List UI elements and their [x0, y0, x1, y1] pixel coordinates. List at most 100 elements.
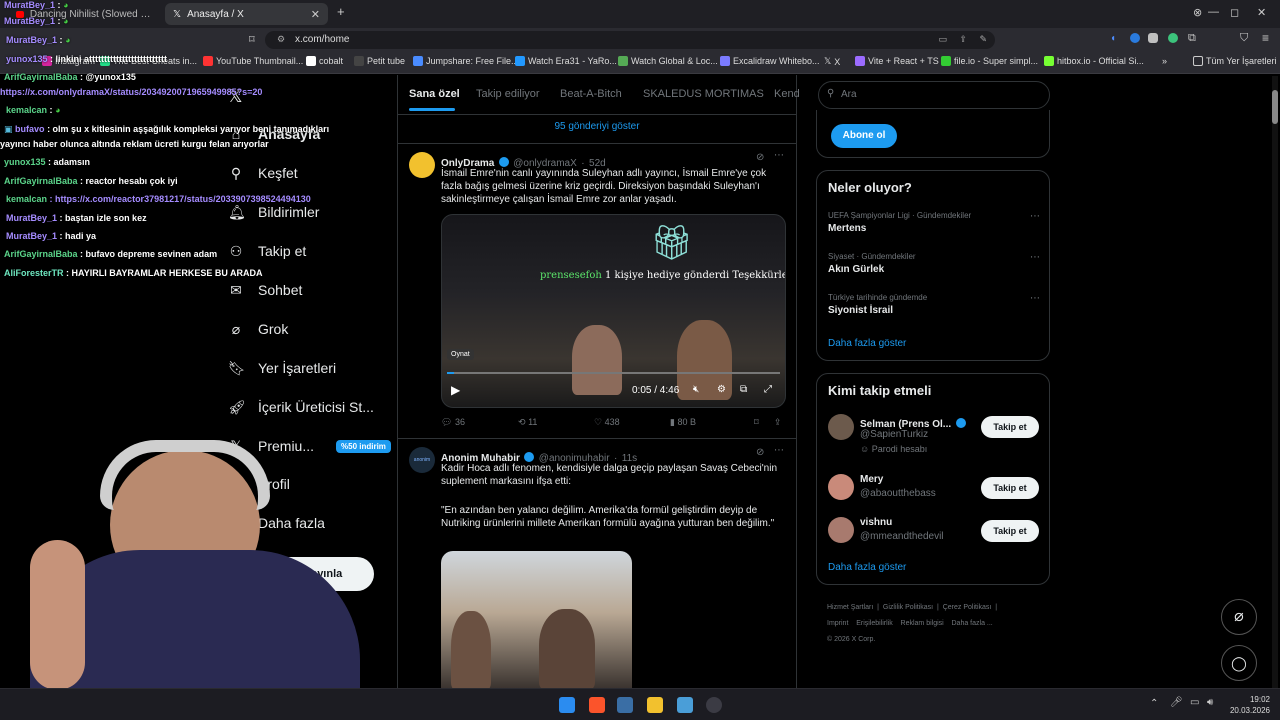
menu-icon[interactable]: ≡ — [1262, 31, 1269, 45]
post[interactable]: OnlyDrama @onlydramaX · 52d ⊘ ⋯ İsmail E… — [398, 144, 796, 438]
mute-icon[interactable]: 🔇︎ — [693, 384, 699, 395]
nav-item-bookmarks[interactable]: 🔖︎ Yer İşaretleri — [228, 360, 336, 376]
microphone-icon[interactable]: 🎤︎ — [1170, 697, 1183, 708]
play-icon[interactable]: ▶ — [451, 383, 460, 397]
window-menu-icon[interactable]: ⊗ — [1193, 6, 1202, 19]
follow-suggestion[interactable]: vishnu @mmeandthedevil Takip et — [817, 515, 1049, 549]
steam-icon[interactable] — [617, 697, 633, 713]
show-more-link[interactable]: Daha fazla göster — [828, 338, 906, 349]
views-button[interactable]: ▮ 80 B — [670, 417, 696, 428]
footer-link[interactable]: Gizlilik Politikası — [883, 604, 933, 611]
tab-list[interactable]: SKALEDUS MORTIMAS — [643, 88, 764, 100]
show-more-posts[interactable]: 95 gönderiyi göster — [398, 121, 796, 132]
trend-item[interactable]: Türkiye tarihinde gündemde Siyonist İsra… — [828, 293, 1040, 316]
bookmark-item[interactable]: Watch Era31 - YaRo... — [515, 56, 617, 66]
footer-link[interactable]: Imprint — [827, 620, 848, 627]
avatar[interactable] — [409, 152, 435, 178]
search-input[interactable]: ⚲ Ara — [818, 81, 1050, 109]
avatar[interactable] — [828, 414, 854, 440]
footer-link[interactable]: Çerez Politikası — [943, 604, 992, 611]
folder-icon[interactable] — [647, 697, 663, 713]
settings-icon[interactable]: ⚙ — [717, 384, 726, 395]
volume-icon[interactable]: 🔊︎ — [1207, 697, 1213, 708]
avatar[interactable] — [828, 474, 854, 500]
footer-link[interactable]: Hizmet Şartları — [827, 604, 873, 611]
trend-item[interactable]: Siyaset · Gündemdekiler Akın Gürlek ⋯ — [828, 252, 1040, 275]
obs-icon[interactable] — [706, 697, 722, 713]
bookmark-item[interactable]: hitbox.io - Official Si... — [1044, 56, 1144, 66]
extension-icon[interactable] — [1148, 33, 1158, 43]
grok-icon: ⌀ — [1234, 608, 1244, 625]
more-icon[interactable]: ⋯ — [1030, 293, 1040, 304]
start-icon[interactable] — [559, 697, 575, 713]
footer-link[interactable]: Daha fazla ... — [952, 620, 993, 627]
bookmark-icon[interactable]: ⌑ — [754, 417, 759, 428]
app-icon[interactable] — [677, 697, 693, 713]
trend-item[interactable]: UEFA Şampiyonlar Ligi · Gündemdekiler Me… — [828, 211, 1040, 234]
more-icon[interactable]: ⋯ — [1030, 252, 1040, 263]
grok-float-button[interactable]: ⌀ — [1221, 599, 1257, 635]
more-icon[interactable]: ⋯ — [774, 150, 784, 161]
extension-icon[interactable]: ◖ — [1110, 33, 1116, 44]
more-icon[interactable]: ⋯ — [1030, 211, 1040, 222]
tab-list[interactable]: Kend — [774, 88, 800, 100]
subscribe-button[interactable]: Abone ol — [831, 124, 897, 148]
video-progress-track[interactable] — [447, 372, 780, 374]
tab-following[interactable]: Takip ediliyor — [476, 88, 540, 100]
share-icon[interactable]: ⇪ — [774, 417, 782, 428]
share-icon[interactable]: ⇪ — [959, 34, 967, 45]
avatar[interactable]: anonim — [409, 447, 435, 473]
scrollbar[interactable] — [1272, 76, 1278, 688]
follow-suggestion[interactable]: Selman (Prens Ol... @SapienTurkiz ☺ Paro… — [817, 412, 1049, 460]
tab-for-you[interactable]: Sana özel — [409, 88, 460, 100]
maximize-button[interactable]: ◻ — [1230, 6, 1239, 19]
chevron-right-icon[interactable]: » — [1162, 56, 1167, 66]
bookmark-item[interactable]: Jumpshare: Free File... — [413, 56, 519, 66]
follow-button[interactable]: Takip et — [981, 477, 1039, 499]
bookmark-item[interactable]: Watch Global & Loc... — [618, 56, 718, 66]
pip-icon[interactable]: ⧉ — [740, 384, 747, 395]
all-bookmarks[interactable]: Tüm Yer İşaretleri — [1193, 56, 1277, 66]
grok-icon[interactable]: ⊘ — [756, 447, 764, 458]
avatar[interactable] — [828, 517, 854, 543]
vpn-icon[interactable]: ⛉ — [1240, 32, 1248, 45]
close-window-button[interactable]: ✕ — [1257, 6, 1266, 19]
chevron-up-icon[interactable]: ⌃ — [1150, 698, 1158, 709]
follow-button[interactable]: Takip et — [981, 520, 1039, 542]
divider — [398, 114, 796, 115]
fullscreen-icon[interactable]: ⤢ — [764, 384, 772, 395]
edit-icon[interactable]: ✎ — [979, 34, 987, 45]
cast-icon[interactable]: ▭ — [938, 34, 947, 45]
extension-icon[interactable] — [1168, 33, 1178, 43]
bookmark-item[interactable]: Vite + React + TS — [855, 56, 939, 66]
bookmark-item[interactable]: file.io - Super simpl... — [941, 56, 1038, 66]
extension-icon[interactable] — [1130, 33, 1140, 43]
footer-link[interactable]: Erişilebilirlik — [856, 620, 893, 627]
brave-icon[interactable] — [589, 697, 605, 713]
nav-item-grok[interactable]: ⌀ Grok — [228, 321, 289, 337]
scrollbar-thumb[interactable] — [1272, 90, 1278, 124]
network-icon[interactable]: ▭ — [1190, 697, 1199, 708]
image-person — [539, 609, 595, 688]
follow-suggestion[interactable]: Mery @abaoutthebass Takip et — [817, 472, 1049, 506]
repost-button[interactable]: ⟲ 11 — [518, 417, 537, 428]
post-image[interactable] — [441, 551, 632, 688]
video-player[interactable]: 🎁︎ prensesefoh 1 kişiye hediye gönderdi … — [441, 214, 786, 408]
nav-item-creator-studio[interactable]: 🚀︎ İçerik Üreticisi St... — [228, 399, 374, 415]
reply-button[interactable]: 💬︎ 36 — [441, 417, 465, 428]
bookmark-item[interactable]: 𝕏X — [824, 56, 840, 67]
follow-button[interactable]: Takip et — [981, 416, 1039, 438]
gift-icon: 🎁︎ — [650, 224, 694, 262]
footer-link[interactable]: Reklam bilgisi — [901, 620, 944, 627]
clock[interactable]: 19:02 20.03.2026 — [1226, 694, 1270, 716]
grok-icon[interactable]: ⊘ — [756, 152, 764, 163]
post[interactable]: anonim Anonim Muhabir @anonimuhabir · 11… — [398, 439, 796, 689]
messages-float-button[interactable]: ◯ — [1221, 645, 1257, 681]
extensions-puzzle-icon[interactable]: ⧉ — [1188, 32, 1196, 45]
like-button[interactable]: ♡ 438 — [594, 417, 620, 428]
tab-list[interactable]: Beat-A-Bitch — [560, 88, 622, 100]
more-icon[interactable]: ⋯ — [774, 445, 784, 456]
bookmark-item[interactable]: Excalidraw Whitebo... — [720, 56, 820, 66]
minimize-button[interactable]: — — [1208, 6, 1219, 18]
show-more-link[interactable]: Daha fazla göster — [828, 562, 906, 573]
